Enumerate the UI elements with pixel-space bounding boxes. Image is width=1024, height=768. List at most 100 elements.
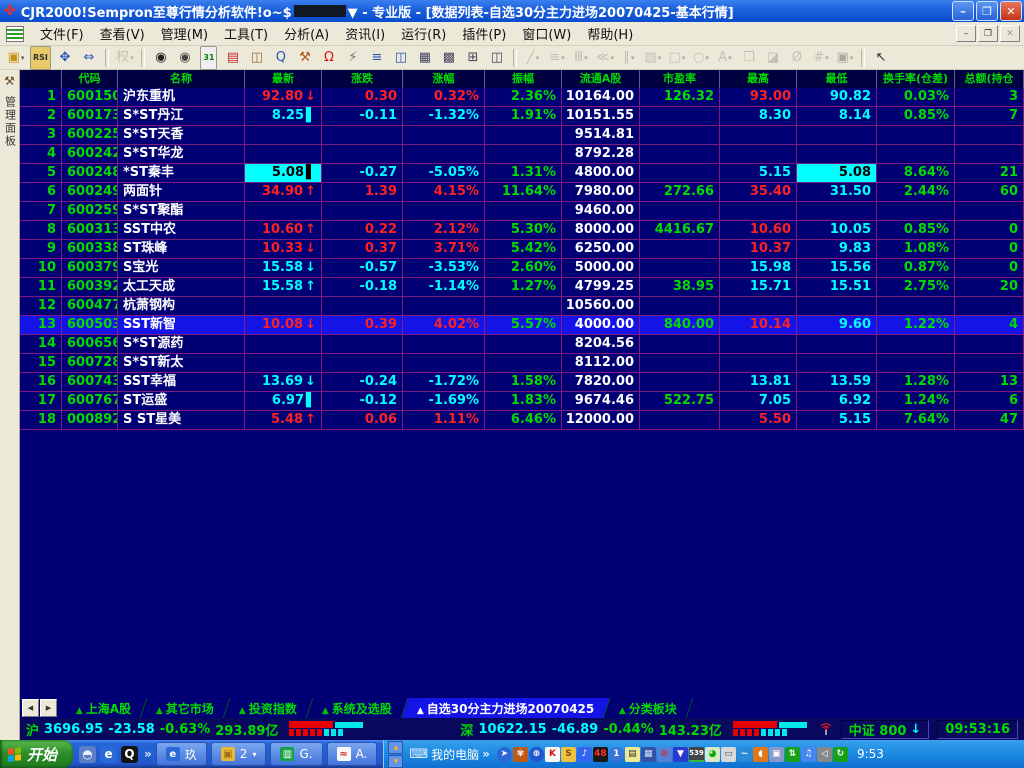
- cell-name[interactable]: SST中农: [118, 221, 245, 239]
- cell-n[interactable]: 8: [20, 221, 62, 239]
- table-row[interactable]: 6 600249 两面针 34.90 ↑ 1.39 4.15% 11.64% 7980.00 27…: [20, 183, 1024, 202]
- cell-pe[interactable]: [640, 373, 720, 391]
- cell-high[interactable]: [720, 126, 797, 144]
- cell-turn[interactable]: 0.87%: [877, 259, 955, 277]
- cell-last[interactable]: [245, 297, 322, 315]
- restore-button[interactable]: ❐: [976, 1, 998, 21]
- cell-name[interactable]: ST运盛: [118, 392, 245, 410]
- pointer-cursor-icon[interactable]: ↖: [870, 48, 892, 68]
- cell-float_a[interactable]: 10164.00: [562, 88, 640, 106]
- cell-float_a[interactable]: 10560.00: [562, 297, 640, 315]
- cell-pct[interactable]: 3.71%: [403, 240, 485, 258]
- cell-code[interactable]: 600225: [62, 126, 118, 144]
- task-folder-group[interactable]: ▣ 2 ▾: [210, 742, 267, 766]
- cell-total[interactable]: 0: [955, 259, 1024, 277]
- tray-language-icon[interactable]: ➤: [496, 746, 512, 762]
- cell-code[interactable]: 600503: [62, 316, 118, 334]
- cell-turn[interactable]: [877, 297, 955, 315]
- cell-last[interactable]: 15.58 ↓: [245, 259, 322, 277]
- cell-float_a[interactable]: 10151.55: [562, 107, 640, 125]
- table-row[interactable]: 7 600259 S*ST聚酯 9460.00: [20, 202, 1024, 221]
- messenger-icon[interactable]: ◓: [79, 745, 97, 763]
- cell-amp[interactable]: 5.30%: [485, 221, 562, 239]
- cell-pe[interactable]: 38.95: [640, 278, 720, 296]
- table-row[interactable]: 10 600379 S宝光 15.58 ↓ -0.57 -3.53% 2.60% 5000.00…: [20, 259, 1024, 278]
- cell-high[interactable]: [720, 202, 797, 220]
- cell-n[interactable]: 4: [20, 145, 62, 163]
- cell-code[interactable]: 600338: [62, 240, 118, 258]
- cell-high[interactable]: 5.50: [720, 411, 797, 429]
- cell-total[interactable]: 21: [955, 164, 1024, 182]
- menu-plugin[interactable]: 插件(P): [454, 22, 514, 45]
- cell-name[interactable]: 两面针: [118, 183, 245, 201]
- cell-high[interactable]: 10.60: [720, 221, 797, 239]
- column-header-rownum[interactable]: [20, 70, 62, 88]
- cell-total[interactable]: [955, 126, 1024, 144]
- tray-539-badge-icon[interactable]: 539: [688, 746, 704, 762]
- cell-last[interactable]: 10.33 ↓: [245, 240, 322, 258]
- cell-high[interactable]: 15.98: [720, 259, 797, 277]
- cell-turn[interactable]: 1.08%: [877, 240, 955, 258]
- cell-low[interactable]: 5.08: [797, 164, 877, 182]
- close-button[interactable]: ✕: [1000, 1, 1022, 21]
- window-chart1-icon[interactable]: ▦: [414, 48, 436, 68]
- menu-help[interactable]: 帮助(H): [579, 22, 641, 45]
- cell-last[interactable]: [245, 335, 322, 353]
- cell-pct[interactable]: -1.72%: [403, 373, 485, 391]
- cell-turn[interactable]: [877, 335, 955, 353]
- cell-n[interactable]: 3: [20, 126, 62, 144]
- cell-chg[interactable]: [322, 354, 403, 372]
- cell-n[interactable]: 12: [20, 297, 62, 315]
- screen-search-icon[interactable]: Q: [270, 48, 292, 68]
- cell-amp[interactable]: 5.57%: [485, 316, 562, 334]
- cell-amp[interactable]: [485, 297, 562, 315]
- cell-total[interactable]: [955, 145, 1024, 163]
- cell-pe[interactable]: [640, 202, 720, 220]
- cell-name[interactable]: S宝光: [118, 259, 245, 277]
- cell-total[interactable]: 47: [955, 411, 1024, 429]
- cell-low[interactable]: 8.14: [797, 107, 877, 125]
- cell-chg[interactable]: -0.18: [322, 278, 403, 296]
- cell-pe[interactable]: [640, 297, 720, 315]
- cell-high[interactable]: [720, 354, 797, 372]
- menu-manage[interactable]: 管理(M): [153, 22, 216, 45]
- cell-low[interactable]: [797, 354, 877, 372]
- open-chart-folder-icon[interactable]: ▣ ▾: [5, 48, 27, 68]
- column-header-pct[interactable]: 涨幅: [403, 70, 485, 88]
- cell-name[interactable]: SST幸福: [118, 373, 245, 391]
- column-header-chg[interactable]: 涨跌: [322, 70, 403, 88]
- cell-float_a[interactable]: 8000.00: [562, 221, 640, 239]
- menu-window[interactable]: 窗口(W): [514, 22, 579, 45]
- cell-chg[interactable]: 0.22: [322, 221, 403, 239]
- cell-pe[interactable]: 840.00: [640, 316, 720, 334]
- table-row[interactable]: 4 600242 S*ST华龙 8792.28: [20, 145, 1024, 164]
- cell-low[interactable]: [797, 126, 877, 144]
- cell-n[interactable]: 14: [20, 335, 62, 353]
- draw-trend-icon[interactable]: ≡ ▾: [546, 48, 568, 68]
- tray-dragon-icon[interactable]: S: [560, 746, 576, 762]
- cell-float_a[interactable]: 7980.00: [562, 183, 640, 201]
- draw-ellipse-icon[interactable]: ○ ▾: [690, 48, 712, 68]
- cell-pct[interactable]: [403, 202, 485, 220]
- cell-pe[interactable]: [640, 411, 720, 429]
- cell-low[interactable]: 9.60: [797, 316, 877, 334]
- cell-chg[interactable]: [322, 297, 403, 315]
- draw-text-icon[interactable]: A ▾: [714, 48, 736, 68]
- cell-last[interactable]: 10.60 ↑: [245, 221, 322, 239]
- books-icon[interactable]: ▤: [222, 48, 244, 68]
- cell-pct[interactable]: [403, 335, 485, 353]
- copy-icon[interactable]: ❐: [738, 48, 760, 68]
- cell-n[interactable]: 16: [20, 373, 62, 391]
- band-chevron[interactable]: »: [482, 747, 490, 761]
- cell-pct[interactable]: 2.12%: [403, 221, 485, 239]
- cell-pct[interactable]: -5.05%: [403, 164, 485, 182]
- cell-pct[interactable]: -3.53%: [403, 259, 485, 277]
- cell-total[interactable]: 6: [955, 392, 1024, 410]
- table-row[interactable]: 8 600313 SST中农 10.60 ↑ 0.22 2.12% 5.30% 8000.00 4…: [20, 221, 1024, 240]
- cell-n[interactable]: 5: [20, 164, 62, 182]
- column-header-low[interactable]: 最低: [797, 70, 877, 88]
- cell-amp[interactable]: [485, 126, 562, 144]
- cell-n[interactable]: 9: [20, 240, 62, 258]
- cell-high[interactable]: 15.71: [720, 278, 797, 296]
- tools-ball-icon[interactable]: ⚒: [294, 48, 316, 68]
